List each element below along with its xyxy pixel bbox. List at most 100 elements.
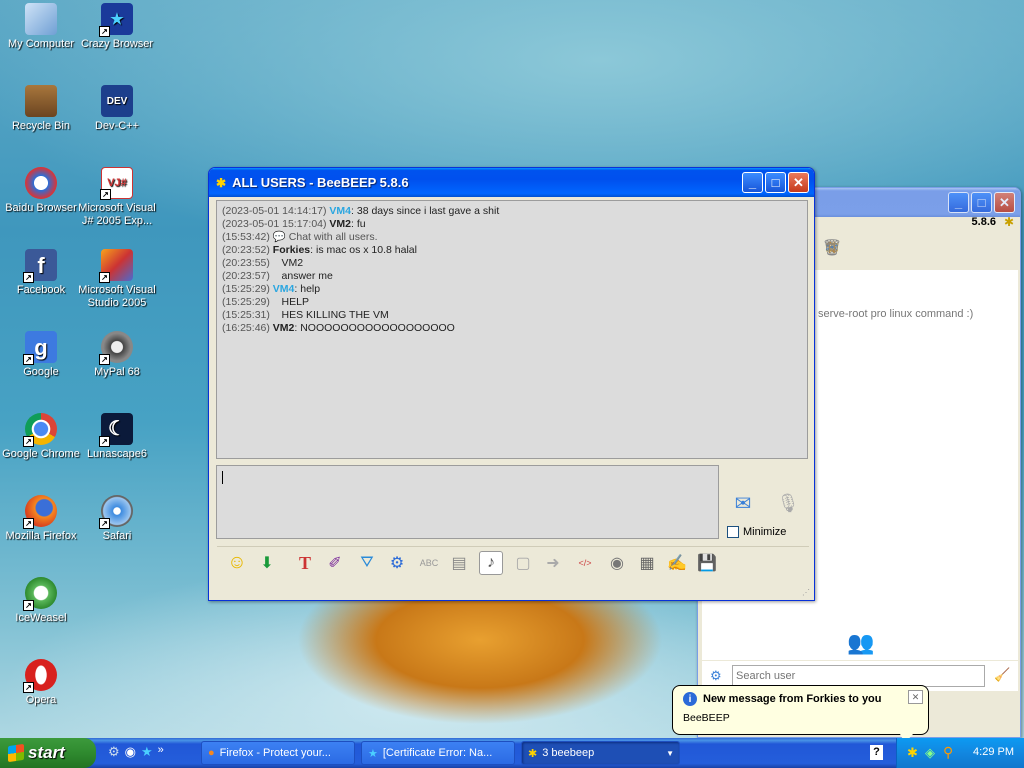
gear-icon[interactable]: ⚙ (108, 744, 120, 760)
message-time: (20:23:52) (222, 244, 270, 256)
chat-window[interactable]: ✱ ALL USERS - BeeBEEP 5.8.6 _ □ ✕ (2023-… (208, 167, 815, 601)
close-button[interactable]: ✕ (994, 192, 1015, 213)
maximize-button[interactable]: □ (765, 172, 786, 193)
google-icon: g ↗ (23, 331, 57, 365)
search-user-input[interactable] (732, 665, 985, 687)
facebook-icon: f ↗ (23, 249, 57, 283)
crazy-browser-icon[interactable]: ★ (141, 744, 153, 760)
desktop-icon-mypal[interactable]: ↗ MyPal 68 (76, 331, 158, 379)
baidu-icon[interactable]: ◉ (125, 744, 136, 760)
star-icon: ★ ↗ (99, 3, 133, 37)
screenshot-icon[interactable]: ▦ (635, 551, 659, 575)
minimize-button[interactable]: _ (742, 172, 763, 193)
close-button[interactable]: ✕ (788, 172, 809, 193)
clear-search-icon[interactable]: 🧹 (994, 667, 1010, 683)
color-icon[interactable]: ✐ (323, 551, 347, 575)
dictionary-icon[interactable]: ▤ (447, 551, 471, 575)
message-text: HES KILLING THE VM (281, 309, 389, 321)
bee-icon: ✱ (1003, 215, 1014, 229)
message-user: Forkies (272, 244, 311, 256)
message-time: (2023-05-01 14:14:17) (222, 205, 327, 217)
desktop-icon-opera[interactable]: ↗ Opera (0, 659, 82, 707)
font-icon[interactable]: T (293, 551, 317, 575)
message-input[interactable] (216, 465, 719, 539)
settings-icon[interactable]: ⚙ (385, 551, 409, 575)
clock[interactable]: 4:29 PM (973, 746, 1014, 758)
send-button[interactable]: ✉ (727, 490, 759, 516)
desktop-icon-safari[interactable]: ↗ Safari (76, 495, 158, 543)
visual-jsharp-icon: VJ# ↗ (100, 167, 133, 200)
message-text: VM2 (281, 257, 304, 269)
desktop-icon-firefox[interactable]: ↗ Mozilla Firefox (0, 495, 82, 543)
search-icon[interactable]: ⚲ (943, 744, 953, 761)
desktop-icon-label: Lunascape6 (87, 448, 147, 460)
desktop-icon-iceweasel[interactable]: ↗ IceWeasel (0, 577, 82, 625)
task-certificate-error[interactable]: ★ [Certificate Error: Na... (361, 741, 515, 765)
chat-window-titlebar[interactable]: ✱ ALL USERS - BeeBEEP 5.8.6 _ □ ✕ (209, 168, 814, 197)
message-user: VM2 (329, 218, 352, 230)
record-icon[interactable]: ◉ (605, 551, 629, 575)
start-button[interactable]: start (0, 738, 96, 768)
task-firefox[interactable]: ● Firefox - Protect your... (201, 741, 355, 765)
desktop-icon-recycle-bin[interactable]: Recycle Bin (0, 85, 82, 133)
desktop-icon-facebook[interactable]: f ↗ Facebook (0, 249, 82, 297)
desktop-icon-google[interactable]: g ↗ Google (0, 331, 82, 379)
desktop-icon-visual-jsharp[interactable]: VJ# ↗ Microsoft Visual J# 2005 Exp... (76, 167, 158, 228)
desktop-icon-label: Facebook (16, 284, 66, 296)
chat-message: (20:23:52) Forkies: is mac os x 10.8 hal… (222, 244, 802, 257)
facebook-glyph: f (37, 252, 45, 278)
quicklaunch: ⚙ ◉ ★ » (108, 744, 164, 760)
file-icon[interactable]: ▢ (511, 551, 535, 575)
minimize-button[interactable]: _ (948, 192, 969, 213)
maximize-button[interactable]: □ (971, 192, 992, 213)
microphone-icon[interactable]: 🎙 (775, 490, 801, 516)
visual-studio-icon: ↗ (99, 249, 133, 283)
iceweasel-icon: ↗ (23, 577, 57, 611)
desktop-icon-label: Crazy Browser (80, 38, 154, 50)
notification-close-button[interactable]: ✕ (908, 690, 923, 704)
desktop-icon-crazy-browser[interactable]: ★ ↗ Crazy Browser (76, 3, 158, 51)
desktop-icon-google-chrome[interactable]: ↗ Google Chrome (0, 413, 82, 461)
task-beebeep-group[interactable]: ✱ 3 beebeep ▼ (521, 741, 680, 765)
task-label: Firefox - Protect your... (219, 747, 331, 759)
message-time: (15:25:29) (222, 283, 270, 295)
chat-history[interactable]: (2023-05-01 14:14:17) VM4: 38 days since… (216, 200, 808, 459)
download-icon[interactable]: ⬇ (255, 551, 279, 575)
message-time: (15:53:42) (222, 231, 270, 243)
notification-balloon[interactable]: i New message from Forkies to you BeeBEE… (672, 685, 929, 735)
desktop-icon-label: IceWeasel (15, 612, 67, 624)
emoticon-icon[interactable]: ☺ (225, 551, 249, 575)
desktop-icon-dev-cpp[interactable]: DEV Dev-C++ (76, 85, 158, 133)
gear-icon[interactable]: ⚙ (710, 668, 722, 684)
trash-icon[interactable]: 🗑 (820, 236, 844, 260)
notes-icon[interactable]: ✍ (665, 551, 689, 575)
desktop-icon-label: Google Chrome (2, 448, 80, 460)
desktop-icon-my-computer[interactable]: My Computer (0, 3, 82, 51)
save-icon[interactable]: 💾 (695, 551, 719, 575)
desktop-icon-lunascape[interactable]: ☾ ↗ Lunascape6 (76, 413, 158, 461)
taskbar: start ⚙ ◉ ★ » ● Firefox - Protect your..… (0, 738, 1024, 768)
message-text: answer me (281, 270, 333, 282)
chat-message: (20:23:55) VM2 (222, 257, 802, 270)
text-caret (222, 471, 223, 484)
message-time: (16:25:46) (222, 322, 270, 334)
send-file-icon[interactable]: ➜ (541, 551, 565, 575)
help-icon[interactable]: ? (870, 745, 883, 760)
chat-bubble-icon: 💬 (272, 231, 286, 243)
desktop-icon-baidu-browser[interactable]: Baidu Browser (0, 167, 82, 215)
bee-tray-icon[interactable]: ✱ (907, 745, 918, 761)
filter-icon[interactable]: ⛛ (355, 551, 379, 575)
sound-icon[interactable]: ♪ (479, 551, 503, 575)
quicklaunch-chevron-icon[interactable]: » (158, 744, 164, 760)
spellcheck-icon[interactable]: ABC (417, 551, 441, 575)
minimize-checkbox-row[interactable]: Minimize (727, 526, 786, 538)
minimize-checkbox[interactable] (727, 526, 739, 538)
desktop-icon-visual-studio[interactable]: ↗ Microsoft Visual Studio 2005 (76, 249, 158, 310)
firefox-icon: ● (208, 747, 215, 759)
network-icon[interactable]: ◈ (925, 745, 935, 761)
html-icon[interactable]: </> (573, 551, 597, 575)
message-user: VM4 (272, 283, 295, 295)
message-text: : help (294, 283, 321, 295)
resize-grip-icon[interactable]: ⋰ (802, 588, 812, 598)
message-time: (20:23:55) (222, 257, 270, 269)
